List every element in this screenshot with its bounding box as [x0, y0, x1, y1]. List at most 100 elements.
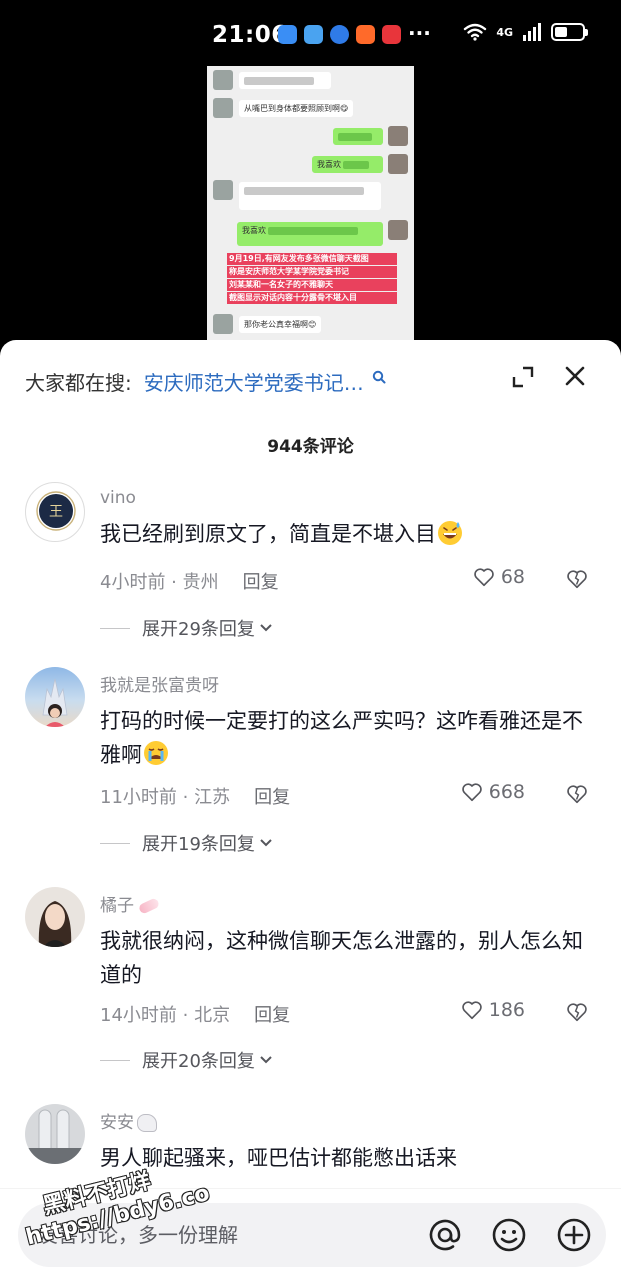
- emoji-icon[interactable]: [490, 1216, 528, 1254]
- hot-search-row[interactable]: 大家都在搜: 安庆师范大学党委书记…: [25, 364, 386, 398]
- heart-icon: [461, 1001, 482, 1020]
- like-button[interactable]: 68: [473, 566, 525, 588]
- status-bar: 21:06 ··· 4G: [0, 0, 621, 66]
- caption-line: 9月19日,有网友发布多张微信聊天截图: [227, 253, 397, 265]
- chat-bubble: [239, 72, 331, 89]
- caption-line: 刘某某和一名女子的不雅聊天: [227, 279, 397, 291]
- chat-bubble: [333, 128, 383, 145]
- network-type: 4G: [496, 25, 513, 39]
- chat-avatar: [388, 220, 408, 240]
- hot-search-prefix: 大家都在搜:: [25, 370, 132, 395]
- expand-replies-button[interactable]: 展开29条回复: [100, 615, 273, 641]
- comment-text: 打码的时候一定要打的这么严实吗？这咋看雅还是不雅啊: [100, 704, 590, 772]
- comment-text: 我就很纳闷，这种微信聊天怎么泄露的，别人怎么知道的: [100, 924, 590, 992]
- reply-button[interactable]: 回复: [254, 787, 290, 808]
- comment-body: 我已经刷到原文了，简直是不堪入目: [100, 522, 436, 546]
- chat-bubble: 我喜欢: [237, 222, 383, 246]
- more-notifications-icon: ···: [408, 21, 431, 45]
- comment-meta: 14小时前 · 北京 回复: [100, 1001, 290, 1027]
- chat-avatar: [388, 154, 408, 174]
- chat-bubble: [239, 182, 381, 210]
- taobao-icon: [356, 25, 375, 44]
- expand-icon[interactable]: [510, 364, 536, 390]
- like-button[interactable]: 186: [461, 999, 525, 1021]
- close-icon[interactable]: [562, 363, 588, 389]
- chat-avatar: [213, 70, 233, 90]
- video-frame-chat-screenshot: 从嘴巴到身体都要照顾到啊😋 我喜欢 我喜欢 9月19日,有网友发布多张微信聊天截…: [207, 66, 414, 356]
- browser-icon: [330, 25, 349, 44]
- mention-at-icon[interactable]: [426, 1216, 464, 1254]
- avatar[interactable]: [25, 887, 85, 947]
- chevron-down-icon: [260, 839, 272, 847]
- chat-bubble: 那你老公真幸福啊😊: [239, 316, 322, 333]
- heart-icon: [461, 783, 482, 802]
- hot-search-link[interactable]: 安庆师范大学党委书记…: [144, 367, 364, 396]
- comment-body: 我就很纳闷，这种微信聊天怎么泄露的，别人怎么知道的: [100, 929, 583, 987]
- video-area[interactable]: 从嘴巴到身体都要照顾到啊😋 我喜欢 我喜欢 9月19日,有网友发布多张微信聊天截…: [0, 66, 621, 366]
- signal-icon: [523, 23, 541, 41]
- video-caption: 9月19日,有网友发布多张微信聊天截图 称是安庆师范大学某学院党委书记 刘某某和…: [227, 253, 397, 305]
- chat-bubble-text: 我喜欢: [317, 160, 341, 169]
- comment-text: 我已经刷到原文了，简直是不堪入目: [100, 517, 590, 551]
- comment-author[interactable]: 安安: [100, 1108, 157, 1133]
- reply-button[interactable]: 回复: [254, 1005, 290, 1026]
- dislike-icon[interactable]: [566, 783, 588, 805]
- like-button[interactable]: 668: [461, 781, 525, 803]
- comment-sheet: 大家都在搜: 安庆师范大学党委书记… 944条评论 王 vino 我已经刷到原文…: [0, 340, 621, 1280]
- divider-line: [100, 842, 130, 844]
- chat-avatar: [388, 126, 408, 146]
- status-app-icons: [278, 25, 401, 44]
- like-count: 668: [488, 781, 525, 803]
- comment-time-location: 14小时前 · 北京: [100, 1005, 231, 1026]
- dislike-icon[interactable]: [566, 568, 588, 590]
- comment-input[interactable]: [38, 1203, 418, 1267]
- chat-avatar: [213, 98, 233, 118]
- svg-text:王: 王: [49, 504, 63, 520]
- reply-button[interactable]: 回复: [243, 572, 279, 593]
- comment-author[interactable]: 我就是张富贵呀: [100, 671, 219, 696]
- search-icon[interactable]: [372, 370, 386, 384]
- avatar[interactable]: [25, 1104, 85, 1164]
- avatar[interactable]: 王: [25, 482, 85, 542]
- pink-ribbon-icon: [138, 897, 161, 915]
- caption-line: 截图显示对话内容十分露骨不堪入目: [227, 292, 397, 304]
- comment-time-location: 4小时前 · 贵州: [100, 572, 219, 593]
- expand-replies-button[interactable]: 展开20条回复: [100, 1047, 273, 1073]
- status-time: 21:06: [212, 22, 288, 48]
- crying-emoji-icon: [144, 741, 168, 765]
- expand-replies-button[interactable]: 展开19条回复: [100, 830, 273, 856]
- chat-avatar: [213, 314, 233, 334]
- comment-author[interactable]: vino: [100, 488, 136, 508]
- like-count: 186: [488, 999, 525, 1021]
- divider-line: [100, 627, 130, 629]
- comment-meta: 11小时前 · 江苏 回复: [100, 783, 290, 809]
- chevron-down-icon: [260, 624, 272, 632]
- unicorn-icon: [137, 1114, 157, 1132]
- comment-input-bar: [18, 1203, 606, 1267]
- comment-body: 男人聊起骚来，哑巴估计都能憋出话来: [100, 1146, 457, 1170]
- chat-bubble: 从嘴巴到身体都要照顾到啊😋: [239, 100, 354, 117]
- expand-replies-label: 展开19条回复: [142, 834, 255, 855]
- message-icon: [278, 25, 297, 44]
- chat-avatar: [213, 180, 233, 200]
- chevron-down-icon: [260, 1056, 272, 1064]
- like-count: 68: [500, 566, 525, 588]
- battery-icon: [551, 23, 588, 41]
- avatar[interactable]: [25, 667, 85, 727]
- expand-replies-label: 展开29条回复: [142, 619, 255, 640]
- comment-body: 打码的时候一定要打的这么严实吗？这咋看雅还是不雅啊: [100, 709, 583, 767]
- sweat-smile-emoji-icon: [438, 521, 462, 545]
- add-icon[interactable]: [555, 1216, 593, 1254]
- comment-author-name: 橘子: [100, 896, 134, 916]
- system-icons: 4G: [463, 23, 588, 41]
- chat-bubble-text: 我喜欢: [242, 226, 266, 235]
- chat-bubble: 我喜欢: [312, 156, 383, 173]
- dislike-icon[interactable]: [566, 1001, 588, 1023]
- wifi-icon: [464, 23, 487, 41]
- comment-author[interactable]: 橘子: [100, 891, 161, 916]
- caption-line: 称是安庆师范大学某学院党委书记: [227, 266, 397, 278]
- comment-text: 男人聊起骚来，哑巴估计都能憋出话来: [100, 1141, 590, 1175]
- expand-replies-label: 展开20条回复: [142, 1051, 255, 1072]
- comment-author-name: 安安: [100, 1113, 134, 1133]
- wifi-app-icon: [304, 25, 323, 44]
